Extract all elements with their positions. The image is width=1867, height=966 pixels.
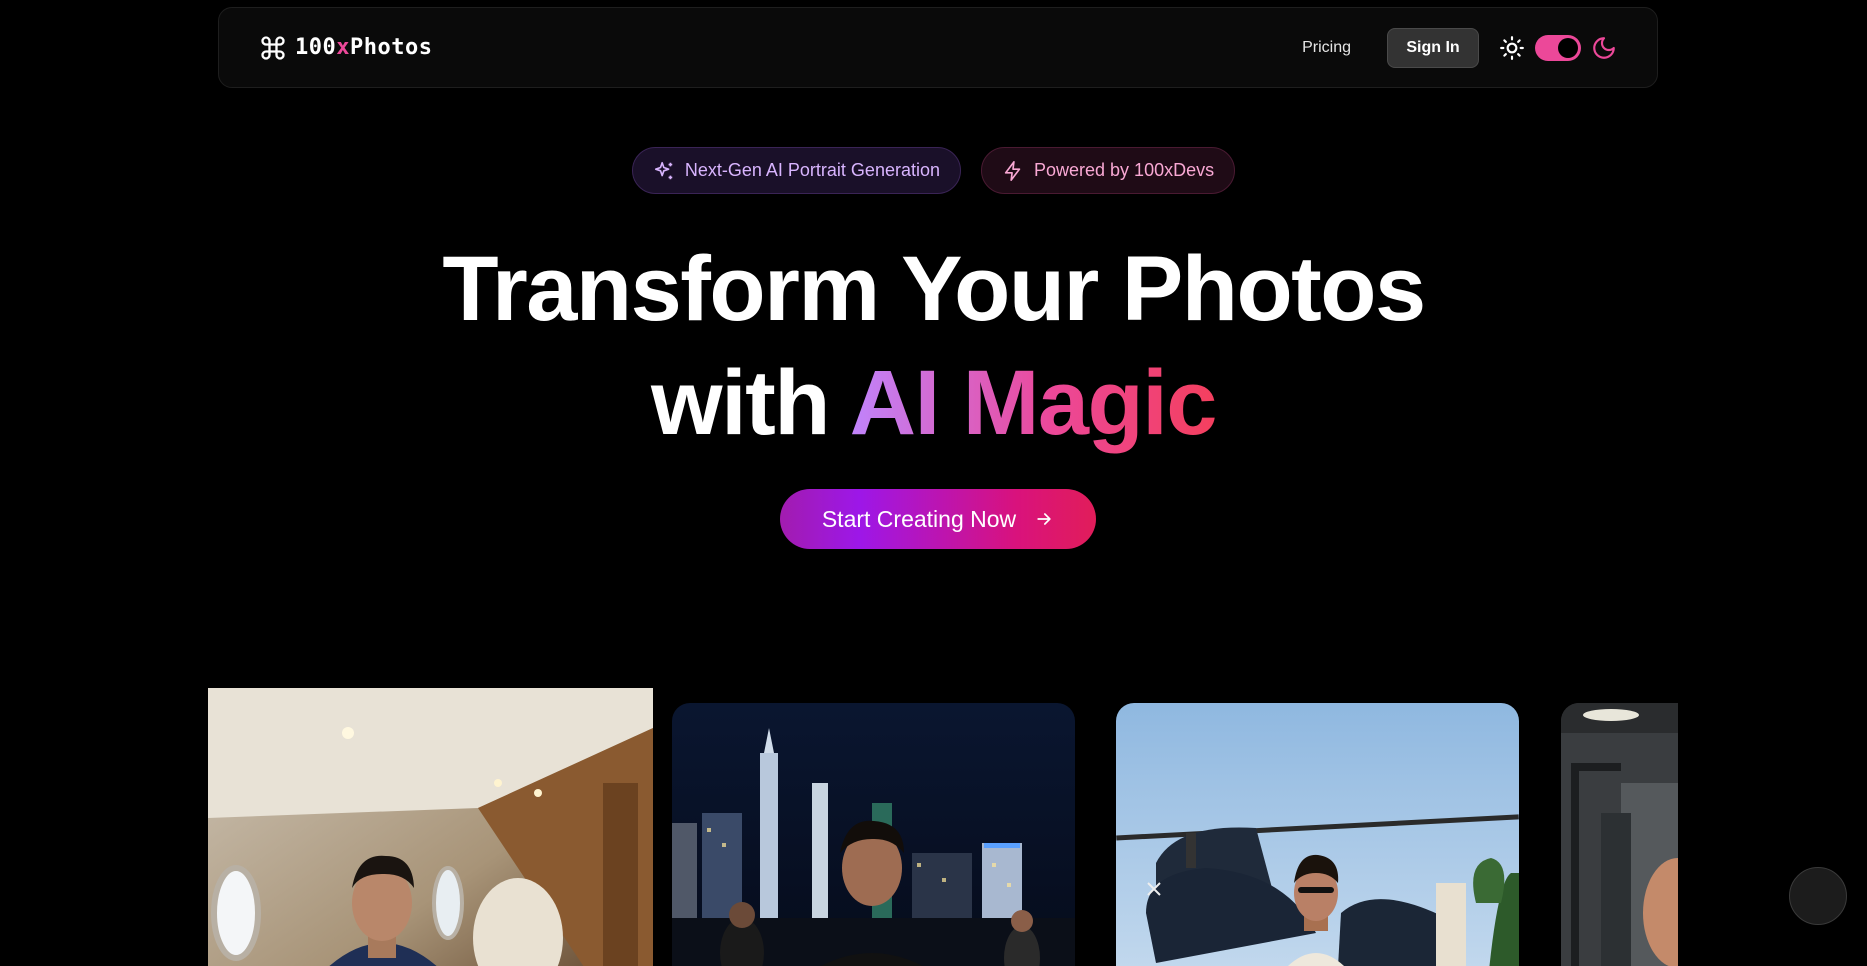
moon-icon[interactable]: [1591, 35, 1617, 61]
badge-label: Next-Gen AI Portrait Generation: [684, 160, 940, 180]
lightning-icon: [1002, 160, 1024, 182]
badge-label: Powered by 100xDevs: [1034, 160, 1215, 180]
headline-line-2: with AI Magic: [651, 352, 1218, 454]
headline-line-1: Transform Your Photos: [442, 238, 1426, 340]
command-icon: [259, 34, 287, 62]
cta-label: Start Creating Now: [821, 505, 1017, 532]
arrow-right-icon: [1034, 509, 1054, 529]
brand-logo[interactable]: 100xPhotos: [259, 34, 432, 62]
sun-icon[interactable]: [1499, 35, 1525, 61]
brand-name: 100xPhotos: [295, 35, 433, 60]
navbar: 100xPhotos Pricing Sign In: [218, 7, 1658, 88]
powered-by-badge: Powered by 100xDevs: [981, 147, 1236, 194]
hero-headline: Transform Your Photos with AI Magic: [0, 232, 1867, 460]
gallery-image-gym[interactable]: [1561, 703, 1678, 966]
start-creating-button[interactable]: Start Creating Now: [780, 489, 1096, 549]
gallery-image-helicopter[interactable]: [1116, 703, 1519, 966]
gallery-image-city[interactable]: [672, 703, 1075, 966]
showcase-gallery: [0, 680, 1867, 966]
chat-widget-button[interactable]: [1789, 867, 1847, 925]
switch-knob: [1558, 37, 1578, 58]
theme-toggle: [1499, 34, 1617, 61]
pricing-link[interactable]: Pricing: [1302, 39, 1351, 57]
ai-generation-badge: Next-Gen AI Portrait Generation: [631, 147, 961, 194]
sign-in-button[interactable]: Sign In: [1387, 27, 1479, 68]
gallery-image-jet[interactable]: [208, 688, 653, 966]
brand-x: x: [336, 35, 350, 60]
dark-mode-switch[interactable]: [1535, 34, 1581, 61]
sparkles-icon: [653, 160, 675, 182]
hero-badges: Next-Gen AI Portrait Generation Powered …: [0, 147, 1867, 194]
headline-gradient-text: AI Magic: [849, 352, 1218, 454]
nav-actions: Pricing Sign In: [1302, 27, 1617, 68]
